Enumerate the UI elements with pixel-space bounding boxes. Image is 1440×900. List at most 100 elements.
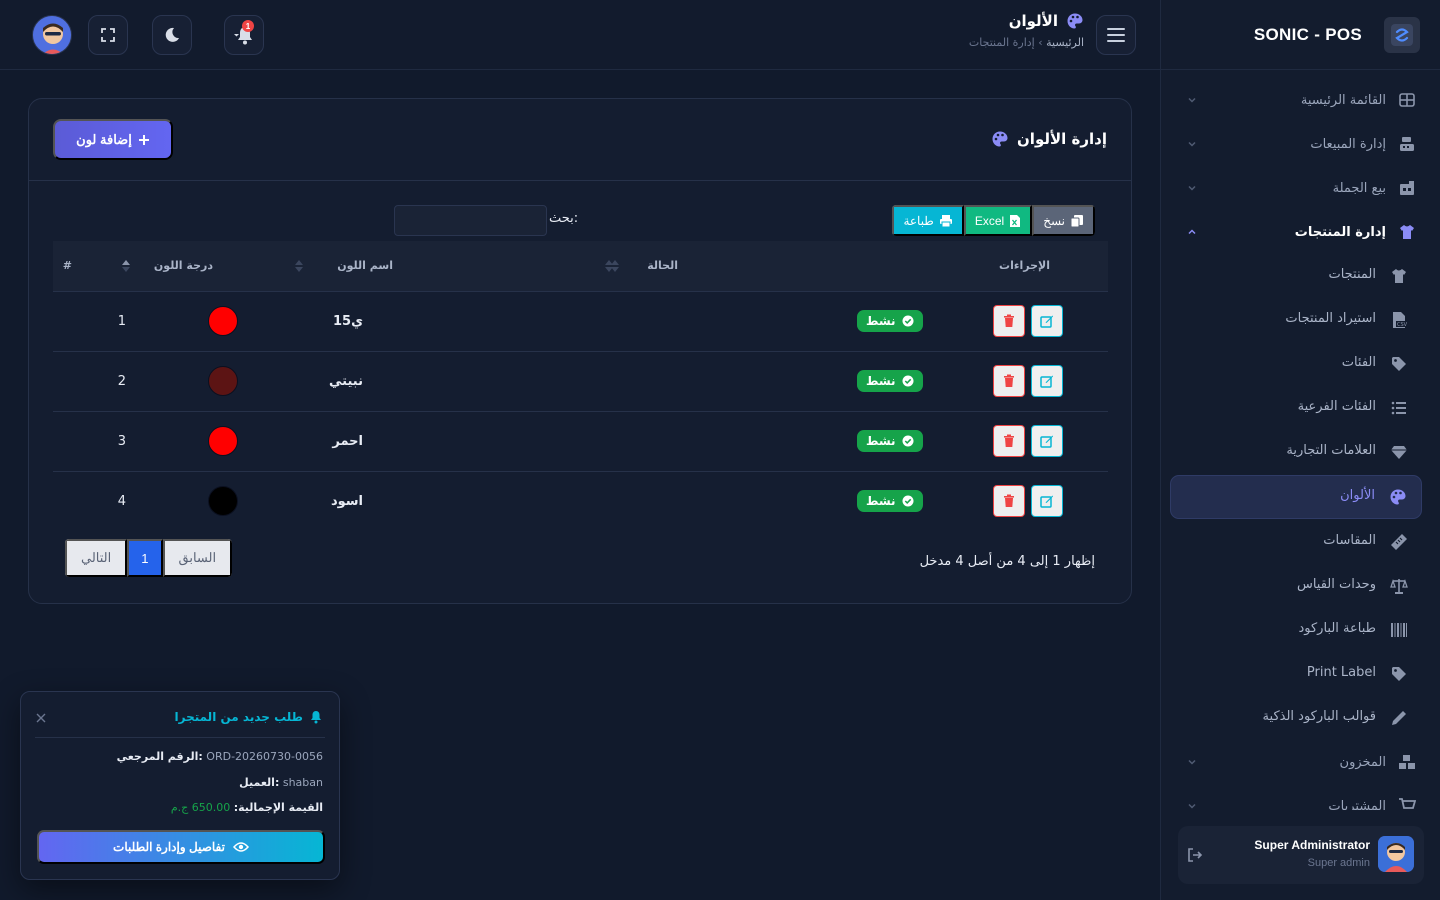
dark-mode-toggle[interactable]: [152, 15, 192, 55]
order-details-button[interactable]: تفاصيل وإدارة الطلبات: [37, 830, 325, 864]
column-header-status[interactable]: الحالة: [611, 241, 932, 291]
sidebar-item-label: الألوان: [1340, 488, 1375, 503]
sidebar-item-print-label[interactable]: Print Label: [1160, 652, 1440, 696]
chevron-down-icon: [1186, 756, 1198, 768]
sidebar-item-products[interactable]: المنتجات: [1160, 254, 1440, 298]
sidebar-item-label: Print Label: [1306, 665, 1376, 680]
scale-icon: [1390, 577, 1408, 595]
user-card[interactable]: Super Administrator Super admin: [1178, 826, 1424, 884]
sidebar-item-smart-barcode-templates[interactable]: قوالب الباركود الذكية: [1160, 696, 1440, 740]
file-excel-icon: [1009, 214, 1021, 228]
brand[interactable]: SONIC - POS: [1161, 0, 1440, 70]
check-circle-icon: [902, 375, 914, 387]
excel-button[interactable]: Excel: [963, 205, 1033, 236]
sidebar-item-units[interactable]: وحدات القياس: [1160, 564, 1440, 608]
user-avatar[interactable]: [32, 15, 72, 55]
chevron-up-icon: [1186, 226, 1198, 238]
breadcrumb: الرئيسية › إدارة المنتجات: [969, 36, 1084, 49]
delete-button[interactable]: [993, 425, 1025, 457]
pagination-next[interactable]: التالي: [65, 539, 128, 577]
palette-icon: [1066, 12, 1084, 30]
toast-total-row: القيمة الإجمالية: 650.00 ج.م: [170, 801, 323, 814]
sidebar-nav: القائمة الرئيسية إدارة المبيعات بيع الجم…: [1160, 78, 1440, 810]
sort-icon: [611, 258, 619, 274]
pen-icon: [1390, 709, 1408, 727]
color-name: نبيتي: [329, 373, 363, 389]
sidebar-item-import-products[interactable]: CSV استيراد المنتجات: [1160, 298, 1440, 342]
search-input[interactable]: [394, 205, 547, 236]
sidebar-item-barcode-print[interactable]: طباعة الباركود: [1160, 608, 1440, 652]
edit-button[interactable]: [1031, 365, 1063, 397]
chevron-down-icon: [1186, 800, 1198, 810]
table-row: 3 احمر نشط: [53, 410, 1108, 471]
logout-icon[interactable]: [1186, 846, 1204, 864]
copy-button[interactable]: نسخ: [1032, 205, 1095, 236]
chevron-down-icon: [1186, 182, 1198, 194]
pagination-previous[interactable]: السابق: [162, 539, 233, 577]
fullscreen-button[interactable]: [88, 15, 128, 55]
notifications-button[interactable]: 1: [224, 15, 264, 55]
sidebar-item-label: استيراد المنتجات: [1285, 311, 1376, 326]
card-header: إدارة الألوان إضافة لون: [29, 99, 1131, 181]
sidebar-item-wholesale[interactable]: بيع الجملة: [1160, 166, 1440, 210]
delete-button[interactable]: [993, 485, 1025, 518]
pagination-page[interactable]: 1: [127, 539, 163, 577]
sidebar-item-purchases[interactable]: المشتريات: [1160, 784, 1440, 810]
close-icon[interactable]: [35, 712, 47, 724]
sidebar-item-categories[interactable]: الفئات: [1160, 342, 1440, 386]
tag-icon: [1390, 355, 1408, 373]
add-color-button[interactable]: إضافة لون: [53, 119, 173, 160]
sidebar-item-label: إدارة المنتجات: [1294, 224, 1386, 240]
sidebar-item-brands[interactable]: العلامات التجارية: [1160, 430, 1440, 474]
copy-icon: [1070, 214, 1084, 228]
color-swatch: [207, 366, 238, 396]
sidebar-item-label: القائمة الرئيسية: [1300, 92, 1386, 108]
sidebar-item-subcategories[interactable]: الفئات الفرعية: [1160, 386, 1440, 430]
card-title: إدارة الألوان: [1017, 130, 1107, 148]
status-badge: نشط: [857, 370, 923, 392]
sidebar-item-label: المخزون: [1339, 754, 1386, 770]
printer-icon: [939, 214, 953, 228]
cart-icon: [1398, 797, 1416, 810]
table-row: 1 15ي نشط: [53, 290, 1108, 351]
breadcrumb-current: إدارة المنتجات: [968, 36, 1035, 49]
sort-icon: [295, 258, 303, 274]
sidebar-item-label: إدارة المبيعات: [1310, 136, 1386, 152]
sidebar-item-label: المقاسات: [1323, 533, 1376, 548]
pagination: التالي 1 السابق: [65, 539, 233, 577]
row-number: 1: [117, 313, 126, 329]
row-number: 3: [117, 433, 126, 449]
trash-icon: [1003, 314, 1015, 328]
boxes-icon: [1398, 753, 1416, 771]
plus-icon: [138, 134, 150, 146]
menu-toggle-button[interactable]: [1096, 15, 1136, 55]
edit-button[interactable]: [1031, 305, 1063, 337]
sidebar-item-colors[interactable]: الألوان: [1170, 475, 1422, 519]
copy-label: نسخ: [1043, 213, 1065, 228]
sidebar-item-dashboard[interactable]: القائمة الرئيسية: [1160, 78, 1440, 122]
sidebar-item-sizes[interactable]: المقاسات: [1160, 520, 1440, 564]
moon-icon: [164, 27, 180, 43]
sort-icon: [122, 258, 130, 274]
sidebar-item-inventory[interactable]: المخزون: [1160, 740, 1440, 784]
column-header-name[interactable]: اسم اللون: [303, 241, 613, 291]
warehouse-icon: [1398, 179, 1416, 197]
chevron-down-icon: [1186, 138, 1198, 150]
delete-button[interactable]: [993, 365, 1025, 397]
row-number: 2: [117, 373, 126, 389]
table-header-row: # درجة اللون اسم اللون الحالة الإجراءات: [53, 241, 1108, 291]
sidebar-item-sales[interactable]: إدارة المبيعات: [1160, 122, 1440, 166]
delete-button[interactable]: [993, 305, 1025, 337]
breadcrumb-home-link[interactable]: الرئيسية: [1046, 36, 1084, 49]
sidebar-item-products-management[interactable]: إدارة المنتجات: [1160, 210, 1440, 254]
column-header-num[interactable]: #: [53, 241, 142, 291]
print-button[interactable]: طباعة: [892, 205, 964, 236]
edit-button[interactable]: [1031, 485, 1063, 518]
tags-icon: [1390, 665, 1408, 683]
column-header-shade[interactable]: درجة اللون: [142, 241, 303, 291]
sidebar-item-label: المنتجات: [1328, 267, 1376, 282]
sidebar-item-label: وحدات القياس: [1296, 577, 1376, 592]
svg-text:CSV: CSV: [1397, 322, 1408, 328]
edit-button[interactable]: [1031, 425, 1063, 457]
cash-register-icon: [1398, 135, 1416, 153]
